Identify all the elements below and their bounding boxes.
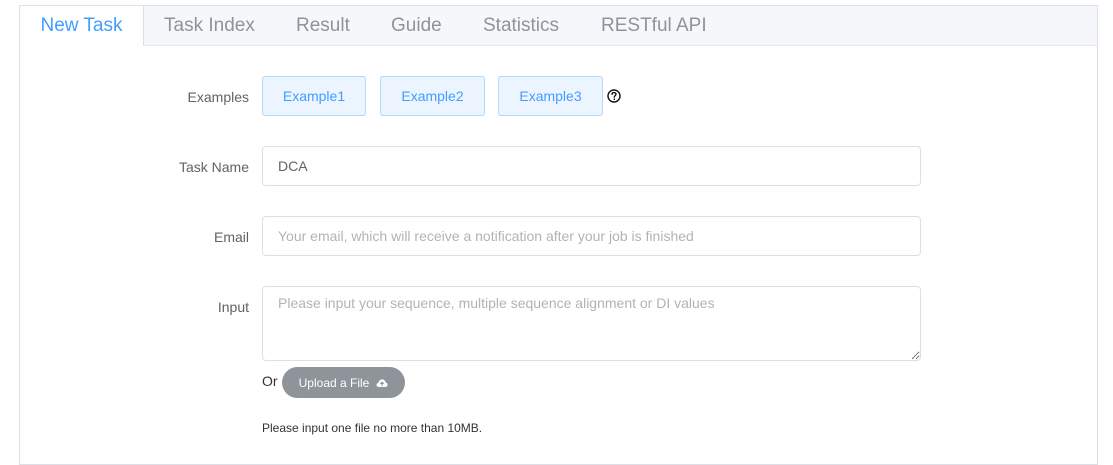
tab-statistics[interactable]: Statistics xyxy=(483,6,559,46)
sequence-input[interactable] xyxy=(262,286,921,361)
email-label: Email xyxy=(213,229,249,245)
tab-task-index[interactable]: Task Index xyxy=(164,6,255,46)
task-panel: New Task Task Index Result Guide Statist… xyxy=(19,5,1098,465)
or-text: Or xyxy=(262,373,278,389)
input-label: Input xyxy=(217,299,249,315)
tab-result[interactable]: Result xyxy=(296,6,350,46)
example1-button[interactable]: Example1 xyxy=(262,76,366,116)
example3-button[interactable]: Example3 xyxy=(498,76,603,116)
tab-bar: New Task Task Index Result Guide Statist… xyxy=(20,6,1097,46)
tab-guide[interactable]: Guide xyxy=(391,6,442,46)
file-size-hint: Please input one file no more than 10MB. xyxy=(262,421,483,435)
upload-button-label: Upload a File xyxy=(298,375,370,390)
tab-new-task[interactable]: New Task xyxy=(20,6,144,46)
email-input[interactable] xyxy=(262,216,921,256)
cloud-upload-icon xyxy=(376,378,388,387)
examples-label: Examples xyxy=(187,89,249,105)
example2-button[interactable]: Example2 xyxy=(380,76,485,116)
question-circle-icon[interactable] xyxy=(607,89,621,103)
tab-restful-api[interactable]: RESTful API xyxy=(601,6,707,46)
upload-file-button[interactable]: Upload a File xyxy=(282,367,405,398)
task-name-input[interactable] xyxy=(262,146,921,186)
task-name-label: Task Name xyxy=(178,159,249,175)
